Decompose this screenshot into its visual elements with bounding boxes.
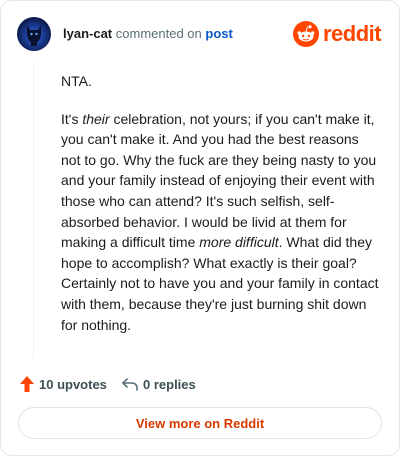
action-text: commented on [115, 26, 202, 41]
upvote-arrow-icon [20, 376, 34, 392]
text-run: It's [61, 110, 83, 127]
username-link[interactable]: lyan-cat [63, 26, 112, 41]
emphasis-text: their [82, 110, 110, 127]
cat-silhouette-icon [27, 25, 41, 46]
upvote-button[interactable]: 10 upvotes [19, 373, 107, 395]
reddit-wordmark: reddit [323, 21, 382, 46]
comment-body: NTA. It's their celebration, not yours; … [61, 71, 381, 352]
user-avatar[interactable] [17, 17, 51, 51]
reddit-comment-embed: lyan-cat commented on post reddit NTA. I… [0, 0, 400, 456]
comment-paragraph: It's their celebration, not yours; if yo… [61, 109, 381, 336]
reply-button[interactable]: 0 replies [121, 373, 196, 395]
emphasis-text: more difficult [199, 234, 279, 251]
reply-arrow-icon [122, 378, 138, 391]
thread-line [33, 63, 34, 359]
comment-meta: lyan-cat commented on post [63, 26, 233, 41]
comment-header: lyan-cat commented on post reddit [17, 17, 383, 51]
upvote-count: 10 upvotes [39, 376, 107, 392]
reddit-snoo-icon [293, 21, 319, 47]
text-run: celebration, not yours; if you can't mak… [61, 110, 377, 251]
post-link[interactable]: post [205, 26, 232, 41]
reply-count: 0 replies [143, 376, 196, 392]
comment-footer: 10 upvotes 0 replies [19, 373, 379, 395]
comment-paragraph: NTA. [61, 73, 92, 89]
view-more-button[interactable]: View more on Reddit [18, 407, 382, 439]
reddit-logo[interactable]: reddit [293, 19, 383, 49]
